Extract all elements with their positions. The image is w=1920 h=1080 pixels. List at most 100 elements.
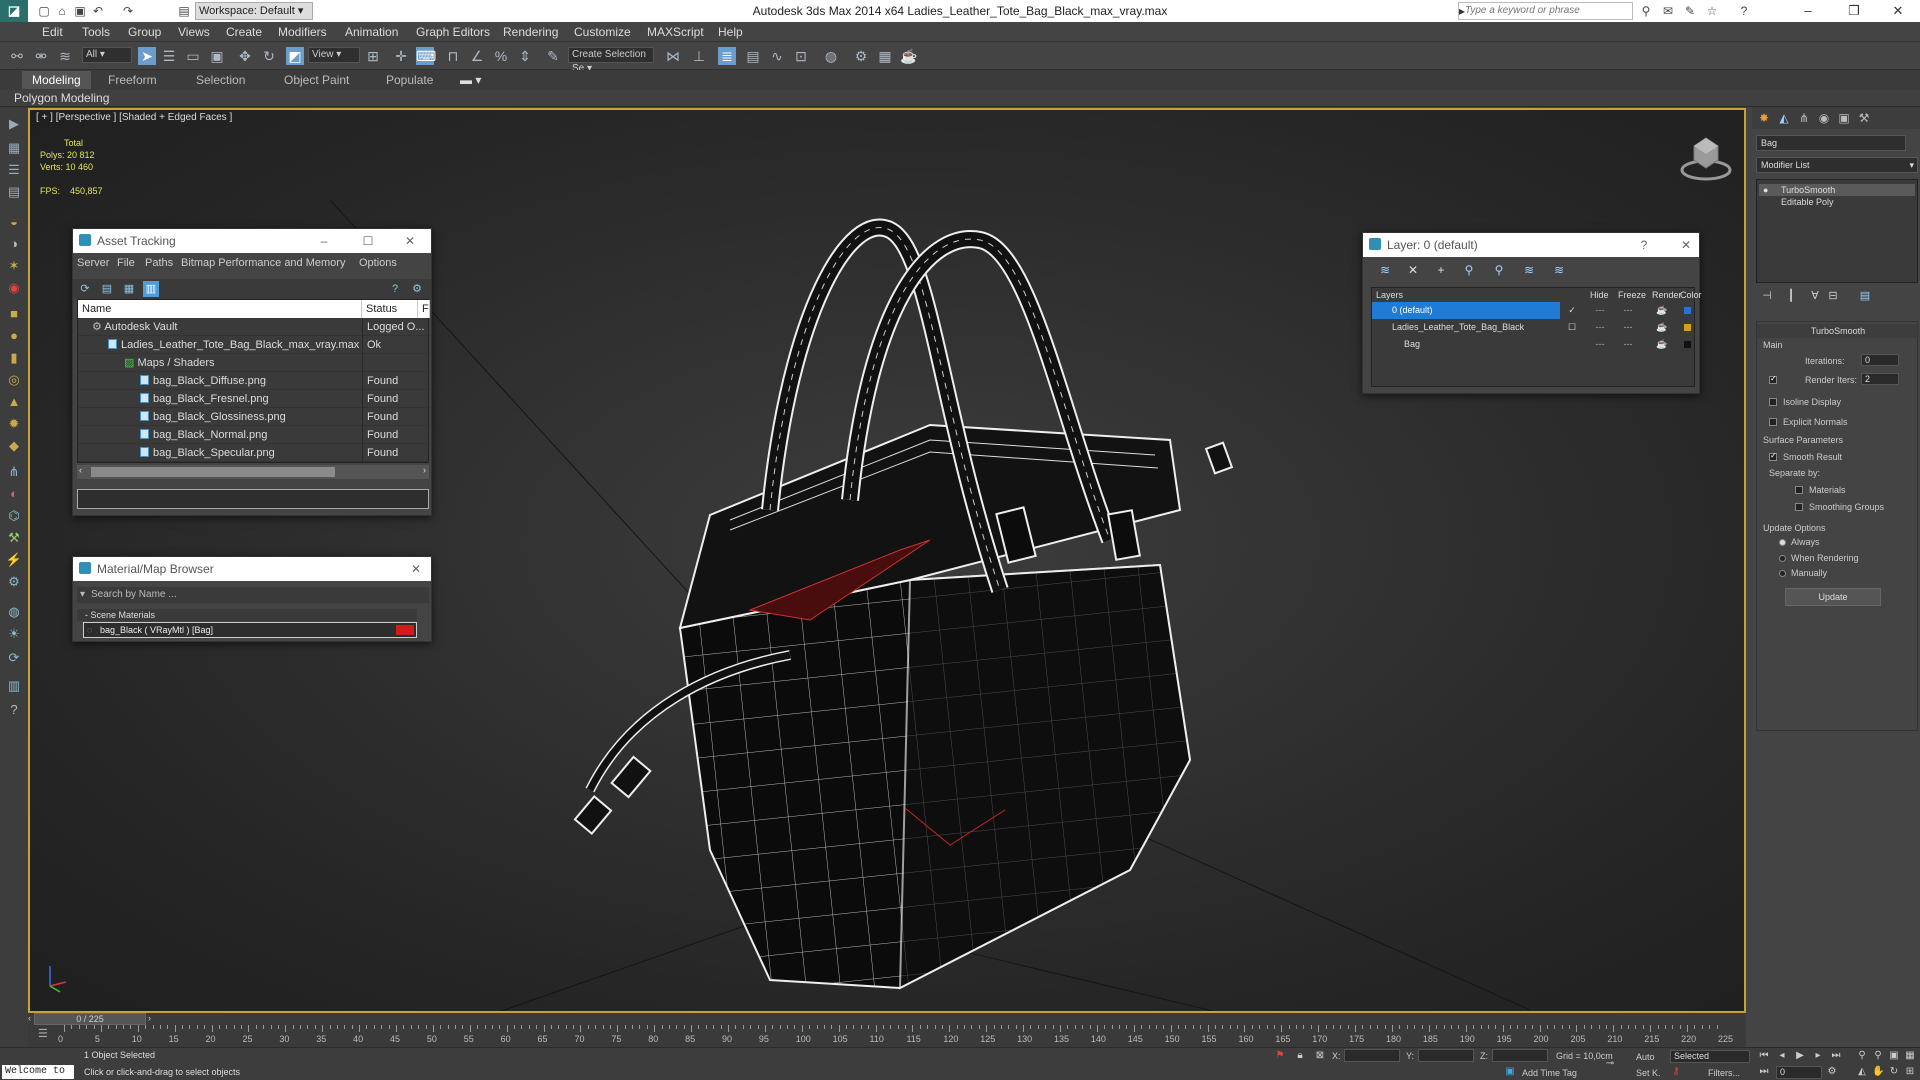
keyword-search-input[interactable]: Type a keyword or phrase xyxy=(1458,2,1633,20)
remove-modifier-icon[interactable]: ⊟ xyxy=(1826,289,1840,303)
geosphere-primitive-icon[interactable]: ✹ xyxy=(5,415,23,433)
orbit-icon[interactable]: ↻ xyxy=(1888,1066,1900,1078)
rectangle-selection-icon[interactable]: ▭ xyxy=(184,47,202,65)
col-extra-header[interactable]: F xyxy=(418,300,430,318)
isoline-display-checkbox[interactable] xyxy=(1769,398,1777,406)
table-row[interactable]: ⚙ Autodesk Vault Logged O... xyxy=(78,318,430,336)
refresh-icon[interactable]: ⟳ xyxy=(77,281,93,297)
render-teapot-icon[interactable]: ☕ xyxy=(1652,336,1672,353)
menu-modifiers[interactable]: Modifiers xyxy=(278,25,327,39)
utilities-icon[interactable]: ⚒ xyxy=(5,529,23,547)
table-view-icon[interactable]: ▦ xyxy=(121,281,137,297)
modify-tab-icon[interactable]: ◭ xyxy=(1776,110,1792,126)
set-key-button[interactable]: Set K. xyxy=(1636,1068,1661,1078)
layer-row-default[interactable]: 0 (default) ✓ --- --- ☕ xyxy=(1372,302,1696,319)
col-name-header[interactable]: Name xyxy=(78,300,362,318)
table-row[interactable]: ▨ Maps / Shaders xyxy=(78,354,430,372)
select-in-layer-icon[interactable]: ⚲ xyxy=(1461,262,1477,278)
go-to-end-icon[interactable]: ⏭ xyxy=(1830,1050,1842,1062)
table-row[interactable]: bag_Black_Specular.png Found xyxy=(78,444,430,462)
motion-icon[interactable]: ◐ xyxy=(5,485,23,503)
tree-view-icon[interactable]: ▥ xyxy=(143,281,159,297)
unlink-icon[interactable]: ⚮ xyxy=(32,47,50,65)
update-button[interactable]: Update xyxy=(1785,588,1881,606)
workspace-dropdown[interactable]: Workspace: Default ▾ xyxy=(195,2,313,20)
asset-horizontal-scrollbar[interactable]: ‹ › xyxy=(77,465,429,479)
hide-toggle[interactable]: --- xyxy=(1590,319,1610,336)
utilities-tab-icon[interactable]: ⚒ xyxy=(1856,110,1872,126)
add-to-layer-icon[interactable]: + xyxy=(1433,262,1449,278)
selection-filter-dropdown[interactable]: All ▾ xyxy=(82,47,132,63)
asset-help-icon[interactable]: ? xyxy=(387,281,403,297)
close-button[interactable]: ✕ xyxy=(1876,0,1920,22)
highlight-layer-icon[interactable]: ⚲ xyxy=(1491,262,1507,278)
menu-create[interactable]: Create xyxy=(226,25,262,39)
configure-sets-icon[interactable]: ▤ xyxy=(1858,289,1872,303)
redo-icon[interactable]: ↷ xyxy=(120,3,136,19)
freeze-toggle[interactable]: --- xyxy=(1618,336,1638,353)
viewport-settings-icon[interactable]: ▥ xyxy=(5,677,23,695)
mini-curve-editor-icon[interactable]: ☰ xyxy=(38,1027,48,1040)
zoom-extents-all-icon[interactable]: ▦ xyxy=(1904,1050,1916,1062)
favorites-star-icon[interactable]: ☆ xyxy=(1704,3,1720,19)
list-view-icon[interactable]: ▤ xyxy=(99,281,115,297)
search-dropdown-icon[interactable]: ▾ xyxy=(80,587,85,603)
environment-icon[interactable]: ☀ xyxy=(5,625,23,643)
layer-row-tote-bag[interactable]: Ladies_Leather_Tote_Bag_Black ☐ --- --- … xyxy=(1372,319,1696,336)
time-configuration-icon[interactable]: ⚙ xyxy=(1826,1066,1838,1078)
menu-views[interactable]: Views xyxy=(178,25,210,39)
asset-close-button[interactable]: ✕ xyxy=(399,229,421,253)
tab-modeling[interactable]: Modeling xyxy=(22,71,91,89)
x-coordinate-field[interactable] xyxy=(1344,1049,1400,1062)
save-file-icon[interactable]: ▣ xyxy=(72,3,88,19)
scene-explorer-icon[interactable]: ▦ xyxy=(5,139,23,157)
play-icon[interactable]: ▶ xyxy=(1794,1050,1806,1062)
select-object-icon[interactable]: ➤ xyxy=(138,47,156,65)
align-icon[interactable]: ⊥ xyxy=(690,47,708,65)
layer-row-bag[interactable]: Bag --- --- ☕ xyxy=(1372,336,1696,353)
menu-help[interactable]: Help xyxy=(718,25,743,39)
key-filters-button[interactable]: Filters... xyxy=(1708,1068,1740,1078)
iterations-spinner[interactable]: 0 xyxy=(1861,354,1899,366)
smooth-result-checkbox[interactable] xyxy=(1769,451,1777,461)
layer-name[interactable]: Ladies_Leather_Tote_Bag_Black xyxy=(1372,319,1560,336)
col-freeze-header[interactable]: Freeze xyxy=(1618,290,1646,300)
ribbon-toggle-icon[interactable]: ▤ xyxy=(5,183,23,201)
maximize-button[interactable]: ❐ xyxy=(1832,0,1876,22)
menu-graph-editors[interactable]: Graph Editors xyxy=(416,25,490,39)
materials-checkbox[interactable] xyxy=(1795,486,1803,494)
table-row[interactable]: bag_Black_Normal.png Found xyxy=(78,426,430,444)
material-search-input[interactable]: ▾ Search by Name ... xyxy=(77,587,429,603)
material-editor-icon[interactable]: ◍ xyxy=(822,47,840,65)
material-list-item[interactable]: ◌ bag_Black ( VRayMtl ) [Bag] xyxy=(83,622,417,638)
schematic-view-icon[interactable]: ⊡ xyxy=(792,47,810,65)
smoothing-groups-checkbox[interactable] xyxy=(1795,503,1803,511)
spinner-snap-icon[interactable]: ⇕ xyxy=(516,47,534,65)
render-teapot-icon[interactable]: ☕ xyxy=(1652,319,1672,336)
material-browser-titlebar[interactable]: Material/Map Browser ✕ xyxy=(73,557,431,581)
hierarchy-tab-icon[interactable]: ⋔ xyxy=(1796,110,1812,126)
geometry-create-icon[interactable]: ◒ xyxy=(5,213,23,231)
motion-tab-icon[interactable]: ◉ xyxy=(1816,110,1832,126)
key-icon[interactable]: ⚷ xyxy=(1670,1066,1682,1078)
absolute-mode-icon[interactable]: ⊠ xyxy=(1314,1050,1326,1062)
layer-dialog-titlebar[interactable]: Layer: 0 (default) ? ✕ xyxy=(1363,233,1699,257)
default-in-out-tangent-icon[interactable]: ⊸ xyxy=(1604,1058,1616,1070)
current-frame-field[interactable]: 0 xyxy=(1776,1066,1822,1079)
polygon-modeling-label[interactable]: Polygon Modeling xyxy=(14,91,109,105)
scene-materials-group[interactable]: - Scene Materials xyxy=(77,609,417,621)
layer-color-swatch[interactable] xyxy=(1684,307,1691,314)
make-unique-icon[interactable]: ∀ xyxy=(1808,289,1822,303)
hide-toggle[interactable]: --- xyxy=(1590,336,1610,353)
box-primitive-icon[interactable]: ■ xyxy=(5,305,23,323)
render-setup-icon[interactable]: ⚙ xyxy=(852,47,870,65)
tab-populate[interactable]: Populate xyxy=(386,73,433,87)
cylinder-primitive-icon[interactable]: ▮ xyxy=(5,349,23,367)
turbosmooth-rollout-title[interactable]: TurboSmooth xyxy=(1757,324,1919,338)
scene-explorer-icon[interactable]: ▤ xyxy=(744,47,762,65)
curve-editor-icon[interactable]: ∿ xyxy=(768,47,786,65)
menu-animation[interactable]: Animation xyxy=(345,25,398,39)
track-bar[interactable]: ☰ 0 5 10 15 20 25 30 35 40 45 50 55 60 65 70 75 80 85 90 95… xyxy=(28,1025,1746,1047)
viewcube-icon[interactable] xyxy=(1680,130,1732,182)
systems-icon[interactable]: ⚙ xyxy=(5,573,23,591)
